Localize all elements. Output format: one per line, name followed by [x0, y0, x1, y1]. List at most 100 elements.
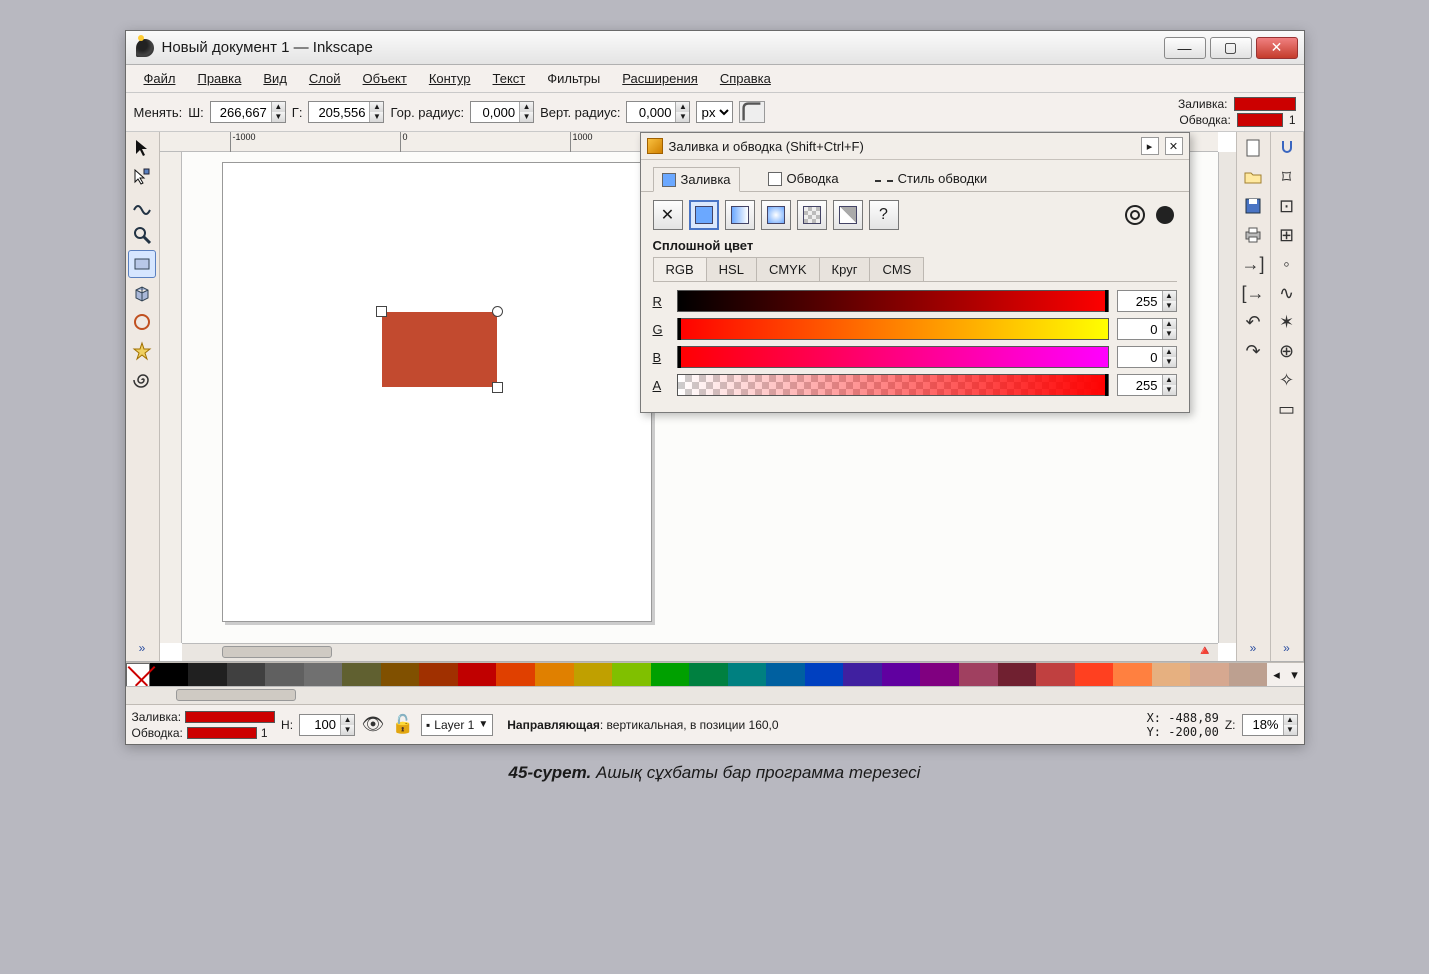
lock-toggle[interactable]: 🔓 — [391, 713, 415, 737]
bottom-scrollbar[interactable] — [126, 686, 1304, 704]
resize-handle[interactable] — [492, 382, 503, 393]
palette-swatch[interactable] — [1152, 663, 1191, 687]
palette-swatch[interactable] — [574, 663, 613, 687]
fillrule-nonzero-button[interactable] — [1153, 203, 1177, 227]
width-spinner[interactable]: ▲▼ — [210, 101, 286, 123]
snapbar-more[interactable]: » — [1283, 641, 1290, 659]
snap-bbox-edge-button[interactable]: ⊡ — [1273, 192, 1301, 220]
resize-handle[interactable] — [376, 306, 387, 317]
ry-spinner[interactable]: ▲▼ — [626, 101, 690, 123]
maximize-button[interactable]: ▢ — [1210, 37, 1252, 59]
snap-enable-button[interactable] — [1273, 134, 1301, 162]
rx-spinner[interactable]: ▲▼ — [470, 101, 534, 123]
palette-swatch[interactable] — [535, 663, 574, 687]
paint-none-button[interactable]: ✕ — [653, 200, 683, 230]
menu-filters[interactable]: Фильтры — [537, 69, 610, 88]
paint-swatch-button[interactable] — [833, 200, 863, 230]
undo-button[interactable]: ↶ — [1239, 308, 1267, 336]
palette-swatch[interactable] — [496, 663, 535, 687]
minimize-button[interactable]: — — [1164, 37, 1206, 59]
close-button[interactable]: ✕ — [1256, 37, 1298, 59]
menu-layer[interactable]: Слой — [299, 69, 351, 88]
3dbox-tool[interactable] — [128, 279, 156, 307]
new-doc-button[interactable] — [1239, 134, 1267, 162]
palette-swatch[interactable] — [998, 663, 1037, 687]
opt-fill-swatch[interactable] — [1234, 97, 1296, 111]
palette-swatch[interactable] — [920, 663, 959, 687]
redo-button[interactable]: ↷ — [1239, 337, 1267, 365]
palette-swatch[interactable] — [728, 663, 767, 687]
snap-node-button[interactable]: ◦ — [1273, 250, 1301, 278]
dialog-titlebar[interactable]: Заливка и обводка (Shift+Ctrl+F) ▸ ✕ — [641, 133, 1189, 160]
g-value[interactable]: ▲▼ — [1117, 318, 1177, 340]
palette-swatch[interactable] — [1113, 663, 1152, 687]
palette-menu[interactable]: ▾ — [1286, 667, 1304, 683]
status-stroke-swatch[interactable] — [187, 727, 257, 739]
palette-swatch[interactable] — [766, 663, 805, 687]
paint-unknown-button[interactable]: ? — [869, 200, 899, 230]
spiral-tool[interactable] — [128, 366, 156, 394]
palette-swatch[interactable] — [612, 663, 651, 687]
zoom-spinner[interactable]: ▲▼ — [1242, 714, 1298, 736]
menu-help[interactable]: Справка — [710, 69, 781, 88]
opt-stroke-swatch[interactable] — [1237, 113, 1283, 127]
palette-swatch[interactable] — [1036, 663, 1075, 687]
snap-center-button[interactable]: ⊕ — [1273, 337, 1301, 365]
palette-swatch[interactable] — [188, 663, 227, 687]
fillrule-evenodd-button[interactable] — [1123, 203, 1147, 227]
tweak-tool[interactable] — [128, 192, 156, 220]
palette-swatch[interactable] — [959, 663, 998, 687]
palette-swatch[interactable] — [458, 663, 497, 687]
palette-swatch[interactable] — [805, 663, 844, 687]
paint-flat-button[interactable] — [689, 200, 719, 230]
snap-rotation-button[interactable]: ✧ — [1273, 366, 1301, 394]
canvas-h-scrollbar[interactable] — [182, 643, 1218, 661]
a-slider[interactable] — [677, 374, 1109, 396]
menu-file[interactable]: Файл — [134, 69, 186, 88]
b-value[interactable]: ▲▼ — [1117, 346, 1177, 368]
menu-text[interactable]: Текст — [483, 69, 536, 88]
paint-linear-button[interactable] — [725, 200, 755, 230]
palette-swatch[interactable] — [265, 663, 304, 687]
color-tab-rgb[interactable]: RGB — [653, 257, 707, 281]
open-button[interactable] — [1239, 163, 1267, 191]
palette-none[interactable] — [126, 663, 150, 687]
color-tab-wheel[interactable]: Круг — [819, 257, 871, 281]
menu-object[interactable]: Объект — [353, 69, 417, 88]
tab-fill[interactable]: Заливка — [653, 167, 740, 192]
tab-stroke-style[interactable]: Стиль обводки — [867, 166, 996, 191]
snap-path-button[interactable]: ∿ — [1273, 279, 1301, 307]
r-value[interactable]: ▲▼ — [1117, 290, 1177, 312]
height-spinner[interactable]: ▲▼ — [308, 101, 384, 123]
paint-radial-button[interactable] — [761, 200, 791, 230]
layer-selector[interactable]: ▪Layer 1▼ — [421, 714, 493, 736]
import-button[interactable]: →] — [1239, 250, 1267, 278]
snap-page-button[interactable]: ▭ — [1273, 395, 1301, 423]
status-fill-swatch[interactable] — [185, 711, 275, 723]
corner-radius-handle[interactable] — [492, 306, 503, 317]
export-button[interactable]: [→ — [1239, 279, 1267, 307]
dialog-detach-button[interactable]: ▸ — [1141, 137, 1159, 155]
save-button[interactable] — [1239, 192, 1267, 220]
toolbox-more[interactable]: » — [139, 641, 146, 659]
palette-swatch[interactable] — [689, 663, 728, 687]
palette-swatch[interactable] — [1075, 663, 1114, 687]
dialog-close-button[interactable]: ✕ — [1165, 137, 1183, 155]
palette-swatch[interactable] — [304, 663, 343, 687]
zoom-tool[interactable] — [128, 221, 156, 249]
snap-bbox-button[interactable]: ⌑ — [1273, 163, 1301, 191]
palette-swatch[interactable] — [1229, 663, 1268, 687]
visibility-toggle[interactable]: 👁 — [361, 713, 385, 737]
palette-swatch[interactable] — [1190, 663, 1229, 687]
palette-scroll-left[interactable]: ◂ — [1268, 667, 1286, 683]
ellipse-tool[interactable] — [128, 308, 156, 336]
cmdbar-more[interactable]: » — [1250, 641, 1257, 659]
menu-view[interactable]: Вид — [253, 69, 297, 88]
selector-tool[interactable] — [128, 134, 156, 162]
r-slider[interactable] — [677, 290, 1109, 312]
vertical-ruler[interactable] — [160, 152, 182, 643]
menu-extensions[interactable]: Расширения — [612, 69, 708, 88]
unit-select[interactable]: px — [696, 101, 733, 123]
rectangle-tool[interactable] — [128, 250, 156, 278]
menu-path[interactable]: Контур — [419, 69, 481, 88]
